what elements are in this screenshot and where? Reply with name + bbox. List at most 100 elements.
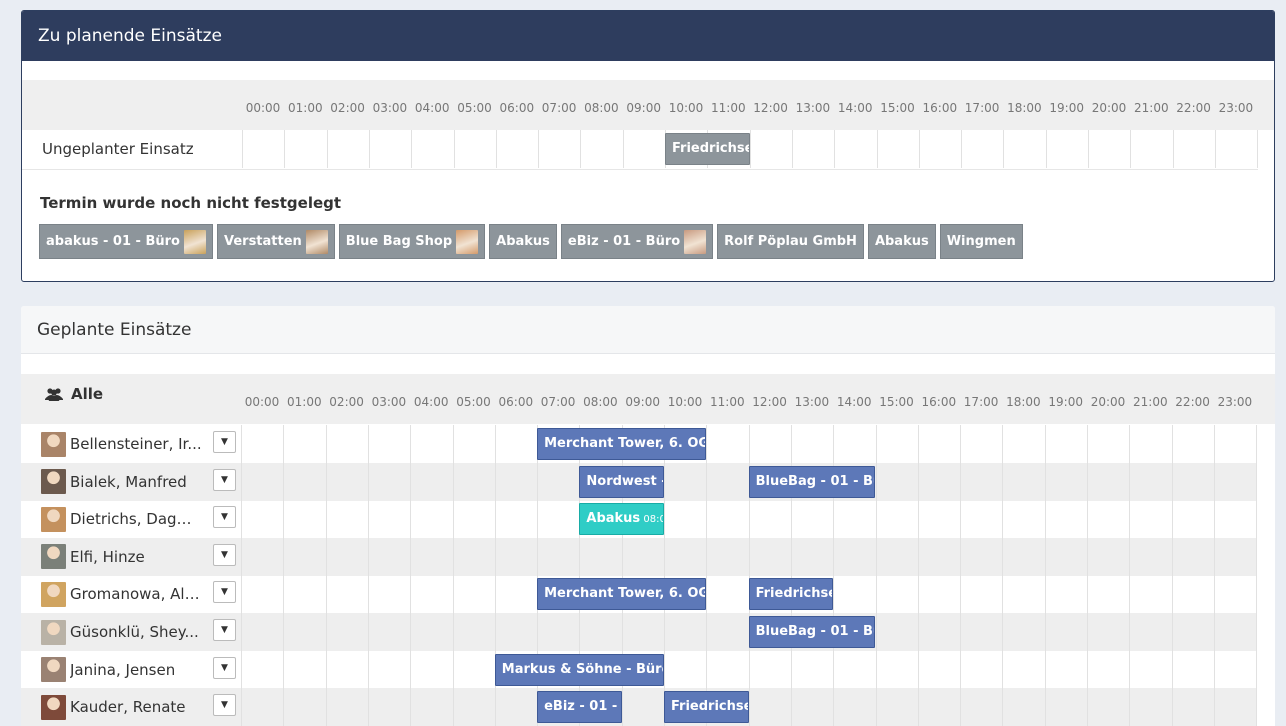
grid-line	[452, 650, 454, 689]
grid-line	[917, 462, 919, 501]
assignment-bar[interactable]: Abakus 08:0	[579, 503, 664, 536]
grid-line	[537, 537, 539, 576]
grid-line	[241, 688, 242, 726]
undated-item[interactable]: abakus - 01 - Büro	[39, 224, 213, 259]
assignment-bar[interactable]: Markus & Söhne - Büro	[494, 653, 664, 686]
person-name: Bellensteiner, Ir...	[70, 435, 202, 453]
assignment-bar[interactable]: eBiz - 01 - B	[537, 691, 622, 724]
person-cell: Bialek, Manfred	[41, 463, 241, 501]
hour-label: 22:00	[1176, 101, 1211, 115]
grid-line	[1213, 575, 1215, 614]
grid-line	[325, 575, 327, 614]
hour-label: 15:00	[880, 101, 915, 115]
person-dropdown-button[interactable]: ▼	[213, 656, 236, 679]
grid-line	[410, 537, 412, 576]
grid-line	[1256, 462, 1258, 501]
grid-line	[452, 425, 454, 463]
grid-line	[918, 130, 920, 168]
undated-item[interactable]: Blue Bag Shop	[338, 224, 486, 259]
assignment-label: Nordwest -	[586, 473, 664, 489]
assignment-bar[interactable]: Merchant Tower, 6. OG	[537, 428, 707, 460]
person-dropdown-button[interactable]: ▼	[213, 543, 236, 566]
undated-item[interactable]: Wingmen	[939, 224, 1023, 259]
assignment-bar[interactable]: BlueBag - 01 - Bür	[748, 465, 876, 498]
users-icon	[45, 388, 63, 401]
grid-line	[664, 613, 665, 651]
person-dropdown-button[interactable]: ▼	[213, 581, 236, 604]
undated-item[interactable]: Rolf Pöplau GmbH	[717, 224, 864, 259]
grid-line	[283, 575, 285, 614]
person-dropdown-button[interactable]: ▼	[213, 619, 236, 641]
undated-item[interactable]: Abakus	[489, 224, 557, 259]
caret-down-icon: ▼	[221, 625, 228, 635]
grid-line	[706, 500, 708, 539]
undated-item[interactable]: Abakus	[867, 224, 936, 259]
grid-line	[1171, 537, 1173, 576]
person-dropdown-button[interactable]: ▼	[213, 431, 236, 453]
assignment-bar[interactable]: Friedrichse	[664, 691, 749, 724]
timeline-header: 00:00 01:00 02:00 03:00 04:00 05:00 06:00 07:00…	[22, 80, 1274, 130]
grid-line	[1087, 462, 1088, 501]
person-dropdown-button[interactable]: ▼	[213, 468, 236, 491]
grid-line	[494, 613, 496, 651]
grid-line	[1171, 650, 1173, 689]
grid-line	[283, 650, 285, 689]
grid-line	[241, 462, 242, 501]
grid-line	[1256, 688, 1258, 726]
grid-line	[960, 425, 962, 463]
hour-label: 19:00	[1048, 395, 1083, 409]
assignment-bar[interactable]: Friedrichse	[665, 133, 750, 165]
avatar	[456, 229, 479, 254]
hour-label: 02:00	[329, 395, 364, 409]
undated-item[interactable]: eBiz - 01 - Büro	[560, 224, 714, 259]
avatar	[41, 619, 66, 645]
group-selector[interactable]: Alle	[45, 385, 103, 403]
grid-line	[1129, 613, 1131, 651]
grid-line	[580, 130, 582, 168]
hour-label: 21:00	[1134, 101, 1169, 115]
person-cell: Kauder, Renate	[41, 688, 241, 726]
grid-line	[664, 650, 665, 689]
hour-label: 23:00	[1217, 395, 1253, 409]
grid-line	[875, 537, 877, 576]
grid-line	[494, 500, 496, 539]
undated-item-label: Verstatten	[223, 234, 302, 249]
grid-line	[706, 462, 708, 501]
grid-line	[790, 500, 792, 539]
grid-line	[876, 130, 878, 168]
planned-panel-title: Geplante Einsätze	[21, 306, 1275, 354]
assignment-bar[interactable]: Friedrichse	[748, 578, 834, 611]
assignment-label: BlueBag - 01 - Bür	[755, 473, 876, 489]
grid-line	[241, 537, 242, 576]
caret-down-icon: ▼	[221, 549, 228, 560]
avatar	[305, 229, 328, 254]
grid-line	[1171, 462, 1173, 501]
grid-line	[367, 462, 369, 501]
person-dropdown-button[interactable]: ▼	[213, 694, 236, 717]
undated-item[interactable]: Verstatten	[216, 224, 335, 259]
grid-line	[241, 500, 242, 539]
avatar	[183, 229, 206, 254]
grid-line	[326, 130, 328, 168]
hour-label: 00:00	[245, 101, 281, 115]
assignment-bar[interactable]: BlueBag - 01 - Bür	[748, 616, 876, 648]
grid-line	[1213, 688, 1215, 726]
grid-line	[1044, 537, 1046, 576]
hour-label: 00:00	[244, 395, 280, 409]
grid-line	[410, 462, 412, 501]
grid-line	[748, 650, 750, 689]
person-name: Gromanowa, Ale...	[70, 585, 205, 604]
person-dropdown-button[interactable]: ▼	[213, 506, 236, 529]
grid-line	[748, 688, 750, 726]
hour-label: 16:00	[922, 101, 958, 115]
hour-label: 17:00	[963, 395, 999, 409]
grid-line	[367, 575, 369, 614]
grid-line	[242, 130, 243, 168]
person-name: Güsonklü, Shey...	[70, 623, 199, 641]
hour-label: 07:00	[541, 101, 577, 115]
hour-label: 11:00	[711, 101, 746, 115]
grid-line	[1171, 688, 1173, 726]
assignment-bar[interactable]: Nordwest -	[579, 465, 664, 498]
grid-line	[1087, 575, 1088, 614]
assignment-bar[interactable]: Merchant Tower, 6. OG	[537, 578, 707, 611]
